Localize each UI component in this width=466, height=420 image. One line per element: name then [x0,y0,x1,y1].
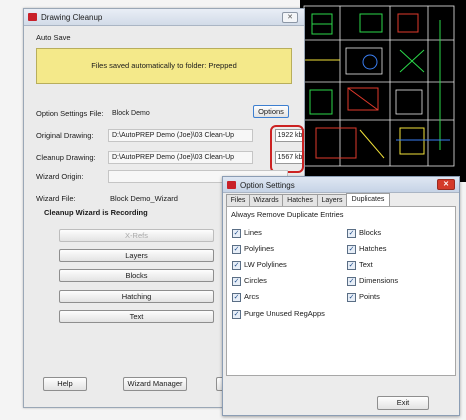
app-icon [227,181,236,189]
arcs-label: Arcs [244,292,259,301]
auto-save-label: Auto Save [36,33,71,42]
purge-regapps-checkbox[interactable]: ✓ [232,310,241,319]
cleanup-drawing-field: D:\AutoPREP Demo (Joe)\03 Clean-Up [108,151,253,164]
blocks-label: Blocks [359,228,382,237]
blocks-button[interactable]: Blocks [59,269,214,282]
recording-status: Cleanup Wizard is Recording [44,208,148,217]
option-settings-field: Block Demo [112,110,150,117]
wizard-file-label: Wizard File: [36,194,76,203]
option-settings-label: Option Settings File: [36,109,104,118]
size-highlight-box [270,125,304,173]
tab-files[interactable]: Files [226,194,250,206]
hatches-checkbox[interactable]: ✓ [347,245,356,254]
drawing-cleanup-titlebar[interactable]: Drawing Cleanup ✕ [24,9,304,26]
original-drawing-label: Original Drawing: [36,131,94,140]
points-label: Points [359,292,380,301]
options-button[interactable]: Options [253,105,289,118]
lines-label: Lines [244,228,262,237]
duplicates-panel: Always Remove Duplicate Entries ✓ Lines … [226,206,456,376]
lw-polylines-label: LW Polylines [244,260,287,269]
wizard-manager-button[interactable]: Wizard Manager [123,377,187,391]
dimensions-checkbox[interactable]: ✓ [347,277,356,286]
exit-button[interactable]: Exit [377,396,429,410]
cad-drawing-lines [303,5,455,167]
points-checkbox[interactable]: ✓ [347,293,356,302]
tab-duplicates[interactable]: Duplicates [346,193,390,207]
close-icon[interactable]: ✕ [282,12,298,23]
close-icon[interactable]: ✕ [437,179,455,190]
tab-layers[interactable]: Layers [317,194,347,206]
tab-hatches[interactable]: Hatches [282,194,318,206]
cleanup-drawing-label: Cleanup Drawing: [36,153,96,162]
wizard-file-value: Block Demo_Wizard [110,194,178,203]
auto-save-banner: Files saved automatically to folder: Pre… [36,48,292,84]
original-drawing-field: D:\AutoPREP Demo (Joe)\03 Clean-Up [108,129,253,142]
cad-drawing-canvas[interactable] [300,0,466,182]
option-settings-dialog: Option Settings ✕ Files Wizards Hatches … [222,176,460,416]
circles-label: Circles [244,276,267,285]
tab-wizards[interactable]: Wizards [249,194,283,206]
dimensions-label: Dimensions [359,276,399,285]
blocks-checkbox[interactable]: ✓ [347,229,356,238]
text-button[interactable]: Text [59,310,214,323]
arcs-checkbox[interactable]: ✓ [232,293,241,302]
option-settings-titlebar[interactable]: Option Settings ✕ [223,177,459,193]
layers-button[interactable]: Layers [59,249,214,262]
wizard-origin-label: Wizard Origin: [36,172,84,181]
lw-polylines-checkbox[interactable]: ✓ [232,261,241,270]
hatching-button[interactable]: Hatching [59,290,214,303]
window-title: Drawing Cleanup [41,13,103,22]
purge-regapps-label: Purge Unused RegApps [244,309,325,318]
help-button[interactable]: Help [43,377,87,391]
text-checkbox[interactable]: ✓ [347,261,356,270]
lines-checkbox[interactable]: ✓ [232,229,241,238]
text-label: Text [359,260,373,269]
polylines-label: Polylines [244,244,275,253]
polylines-checkbox[interactable]: ✓ [232,245,241,254]
xrefs-button[interactable]: X-Refs [59,229,214,242]
hatches-label: Hatches [359,244,387,253]
app-icon [28,13,37,21]
section-heading: Always Remove Duplicate Entries [231,210,344,219]
option-settings-title: Option Settings [240,181,295,190]
circles-checkbox[interactable]: ✓ [232,277,241,286]
